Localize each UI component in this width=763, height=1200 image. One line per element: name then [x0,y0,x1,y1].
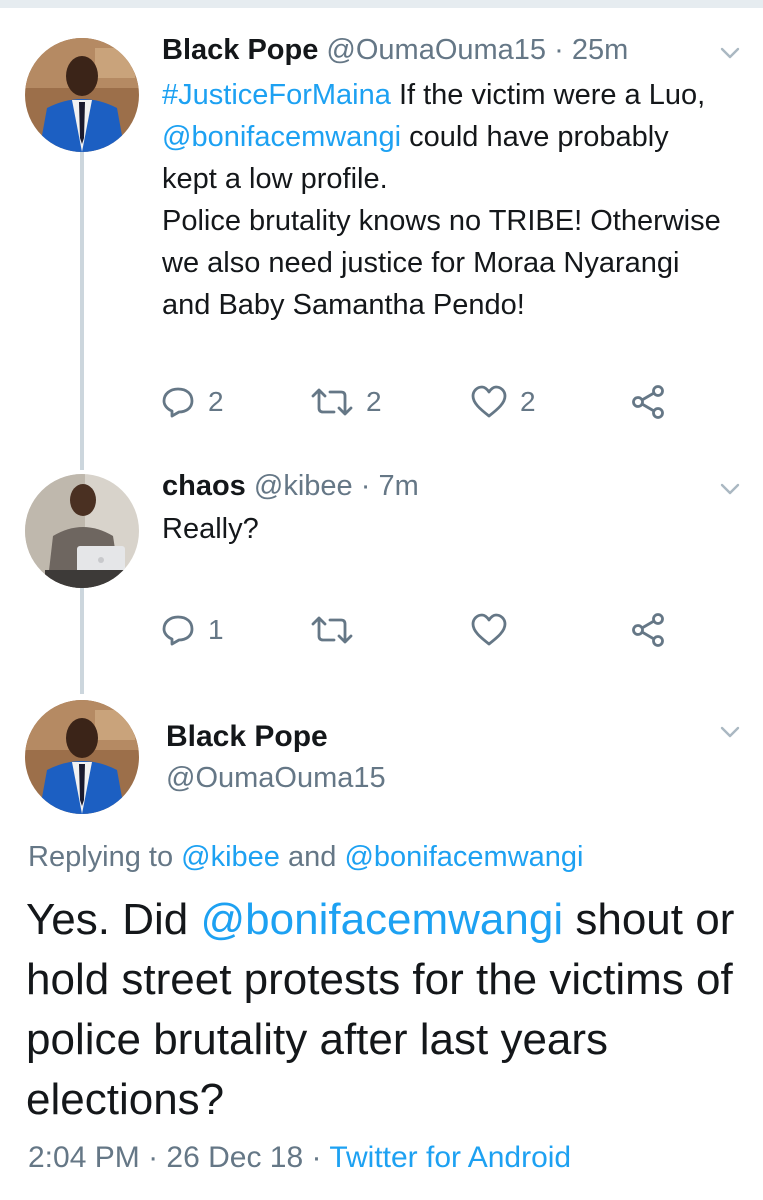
client-link[interactable]: Twitter for Android [329,1141,571,1174]
reply-button[interactable]: 1 [160,612,224,648]
username[interactable]: @kibee [254,470,353,502]
display-name[interactable]: Black Pope [162,34,318,66]
display-name[interactable]: chaos [162,470,246,502]
like-icon [471,613,507,646]
chevron-down-icon[interactable] [720,482,740,496]
text-segment: Yes. Did [26,895,189,944]
mention-link[interactable]: @bonifacemwangi [162,121,401,153]
reply-prefix: Replying to [28,841,174,873]
mention-link[interactable]: @bonifacemwangi [200,895,563,944]
separator: · [360,470,371,502]
chevron-down-icon[interactable] [720,46,740,60]
retweet-button[interactable]: 2 [310,384,382,420]
tweet-header: Black Pope @OumaOuma15 · 25m [162,34,628,67]
avatar[interactable] [25,700,139,814]
chevron-down-icon[interactable] [720,725,740,739]
text-segment: Police brutality knows no TRIBE! Otherwi… [162,205,721,321]
avatar[interactable] [25,474,139,588]
reply-icon [162,387,194,418]
top-divider [0,0,763,8]
username[interactable]: @OumaOuma15 [166,762,386,795]
timestamp[interactable]: 7m [378,470,418,502]
reply-and: and [288,841,337,873]
mention-link[interactable]: @kibee [181,841,280,873]
tweet-text: Yes. Did @bonifacemwangi shout or hold s… [26,890,741,1130]
text-segment: If the victim were a Luo, [398,79,706,111]
share-icon [632,613,664,647]
retweet-count: 2 [366,386,382,417]
retweet-icon [311,616,353,644]
mention-link[interactable]: @bonifacemwangi [344,841,583,873]
display-name[interactable]: Black Pope [166,720,328,754]
reply-icon [162,615,194,646]
replying-to: Replying to @kibee and @bonifacemwangi [28,841,583,874]
tweet-text: #JusticeForMaina If the victim were a Lu… [162,74,722,326]
reply-count: 2 [208,386,224,417]
like-count: 2 [520,386,536,417]
share-button[interactable] [630,612,666,648]
separator: · [311,1141,322,1174]
reply-count: 1 [208,614,224,645]
tweet-time: 2:04 PM [28,1141,140,1174]
timestamp[interactable]: 25m [572,34,628,66]
retweet-button[interactable] [310,612,354,648]
thread-connector [80,152,84,470]
separator: · [554,34,564,66]
share-icon [632,385,664,419]
hashtag-link[interactable]: #JusticeForMaina [162,79,391,111]
avatar[interactable] [25,38,139,152]
separator: · [148,1141,159,1174]
like-button[interactable]: 2 [470,384,536,420]
tweet-header: chaos @kibee · 7m [162,470,419,503]
thread-connector [80,588,84,694]
tweet-date: 26 Dec 18 [166,1141,304,1174]
retweet-icon [311,388,353,416]
tweet-text: Really? [162,513,259,545]
like-icon [471,385,507,418]
username[interactable]: @OumaOuma15 [326,34,546,66]
tweet-meta: 2:04 PM · 26 Dec 18 · Twitter for Androi… [28,1141,571,1175]
reply-button[interactable]: 2 [160,384,224,420]
share-button[interactable] [630,384,666,420]
like-button[interactable] [470,612,508,648]
